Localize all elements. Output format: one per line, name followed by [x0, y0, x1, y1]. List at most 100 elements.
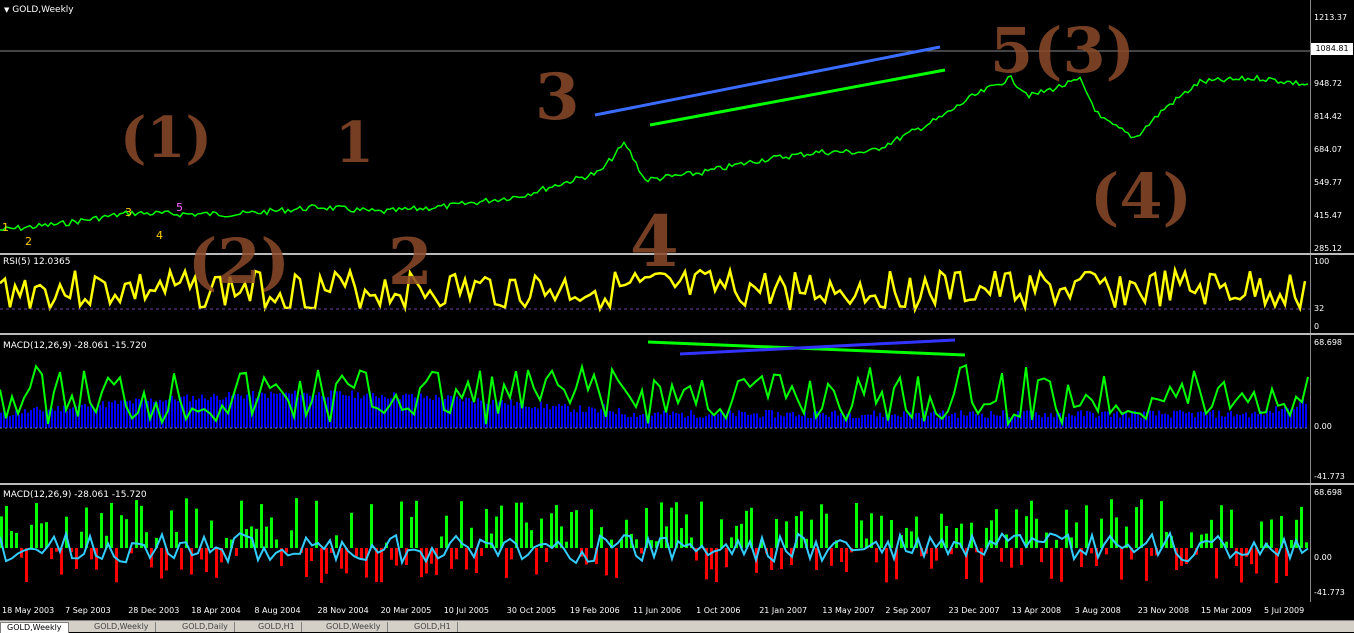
macd2-down-bar — [325, 548, 328, 574]
macd2-down-bar — [1255, 548, 1258, 574]
macd1-hist-bar — [438, 397, 440, 428]
macd2-up-bar — [135, 500, 138, 548]
wave-count: 5 — [176, 201, 183, 214]
macd1-hist-bar — [1026, 410, 1028, 428]
macd2-up-bar — [45, 522, 48, 548]
macd1-hist-bar — [852, 417, 854, 428]
macd1-hist-bar — [549, 409, 551, 428]
macd1-hist-bar — [162, 401, 164, 428]
macd1-hist-bar — [990, 411, 992, 428]
macd1-hist-bar — [1188, 411, 1190, 428]
macd1-hist-bar — [423, 397, 425, 428]
macd2-down-bar — [365, 548, 368, 578]
macd2-up-bar — [550, 513, 553, 548]
macd2-down-bar — [310, 548, 313, 561]
macd2-axis — [1310, 485, 1354, 602]
macd1-hist-bar — [717, 414, 719, 428]
macd1-hist-bar — [657, 412, 659, 428]
macd1-hist-bar — [984, 417, 986, 428]
macd1-hist-bar — [891, 414, 893, 428]
macd1-hist-bar — [1053, 417, 1055, 428]
macd2-up-bar — [245, 529, 248, 548]
macd1-hist-bar — [0, 412, 2, 428]
macd1-hist-bar — [69, 408, 71, 428]
macd2-down-bar — [1120, 548, 1123, 580]
tab-gold-weekly[interactable]: GOLD,Weekly — [0, 622, 69, 633]
macd1-hist-bar — [435, 394, 437, 428]
macd1-hist-bar — [849, 413, 851, 428]
macd1-hist-bar — [9, 416, 11, 428]
rsi-tick: 0 — [1314, 322, 1320, 331]
macd1-hist-bar — [42, 411, 44, 428]
macd1-hist-bar — [807, 417, 809, 428]
macd1-hist-bar — [1305, 403, 1307, 428]
chart-canvas[interactable] — [0, 0, 1310, 602]
macd1-hist-bar — [1161, 414, 1163, 428]
macd2-up-bar — [30, 524, 33, 548]
macd2-up-bar — [625, 519, 628, 548]
macd1-hist-bar — [1170, 417, 1172, 428]
macd1-hist-bar — [477, 398, 479, 428]
macd1-hist-bar — [1128, 417, 1130, 428]
macd1-hist-bar — [819, 413, 821, 428]
macd1-hist-bar — [1230, 411, 1232, 428]
macd1-hist-bar — [621, 414, 623, 428]
macd1-hist-bar — [798, 414, 800, 428]
macd2-up-bar — [1065, 509, 1068, 548]
macd1-hist-bar — [1254, 411, 1256, 428]
macd1-hist-bar — [270, 391, 272, 428]
time-tick: 7 Sep 2003 — [65, 606, 111, 615]
macd2-up-bar — [660, 502, 663, 548]
macd2-up-bar — [855, 502, 858, 548]
macd1-hist-bar — [174, 399, 176, 428]
macd1-hist-bar — [651, 415, 653, 428]
macd2-down-bar — [320, 548, 323, 583]
macd1-hist-bar — [21, 413, 23, 428]
macd1-hist-bar — [1038, 414, 1040, 428]
macd2-up-bar — [1230, 509, 1233, 548]
macd1-hist-bar — [1251, 413, 1253, 428]
macd2-up-bar — [745, 510, 748, 548]
macd2-up-bar — [945, 525, 948, 548]
macd1-hist-bar — [1095, 417, 1097, 428]
time-tick: 1 Oct 2006 — [696, 606, 741, 615]
macd1-hist-bar — [780, 415, 782, 428]
macd1-hist-bar — [897, 415, 899, 428]
macd1-hist-bar — [1125, 412, 1127, 428]
macd1-hist-bar — [579, 405, 581, 428]
macd1-hist-bar — [363, 395, 365, 428]
macd2-down-bar — [535, 548, 538, 575]
price-tick: 285.12 — [1314, 244, 1342, 253]
macd1-hist-bar — [99, 405, 101, 428]
macd1-hist-bar — [570, 411, 572, 428]
macd1-hist-bar — [1173, 410, 1175, 428]
macd1-hist-bar — [948, 415, 950, 428]
macd1-hist-bar — [360, 398, 362, 428]
macd1-hist-bar — [810, 417, 812, 428]
macd2-down-bar — [840, 548, 843, 562]
macd2-down-bar — [355, 548, 358, 557]
macd1-hist-bar — [366, 393, 368, 428]
macd1-hist-bar — [315, 394, 317, 428]
macd2-down-bar — [1105, 548, 1108, 555]
macd1-hist-bar — [678, 413, 680, 428]
macd1-hist-bar — [954, 412, 956, 428]
macd1-hist-bar — [711, 414, 713, 428]
macd1-hist-bar — [273, 393, 275, 428]
macd1-hist-bar — [39, 409, 41, 428]
macd1-hist-bar — [108, 401, 110, 428]
macd1-hist-bar — [1140, 417, 1142, 428]
macd1-hist-bar — [267, 397, 269, 428]
macd1-hist-bar — [918, 412, 920, 428]
macd2-up-bar — [870, 513, 873, 548]
macd1-hist-bar — [1224, 416, 1226, 428]
macd1-hist-bar — [756, 413, 758, 428]
macd2-up-bar — [825, 513, 828, 548]
macd2-up-bar — [80, 531, 83, 548]
macd2-up-bar — [1300, 506, 1303, 548]
macd2-down-bar — [845, 548, 848, 572]
macd2-up-bar — [1210, 519, 1213, 548]
macd1-hist-bar — [672, 411, 674, 428]
macd1-hist-bar — [105, 407, 107, 428]
macd2-down-bar — [200, 548, 203, 560]
